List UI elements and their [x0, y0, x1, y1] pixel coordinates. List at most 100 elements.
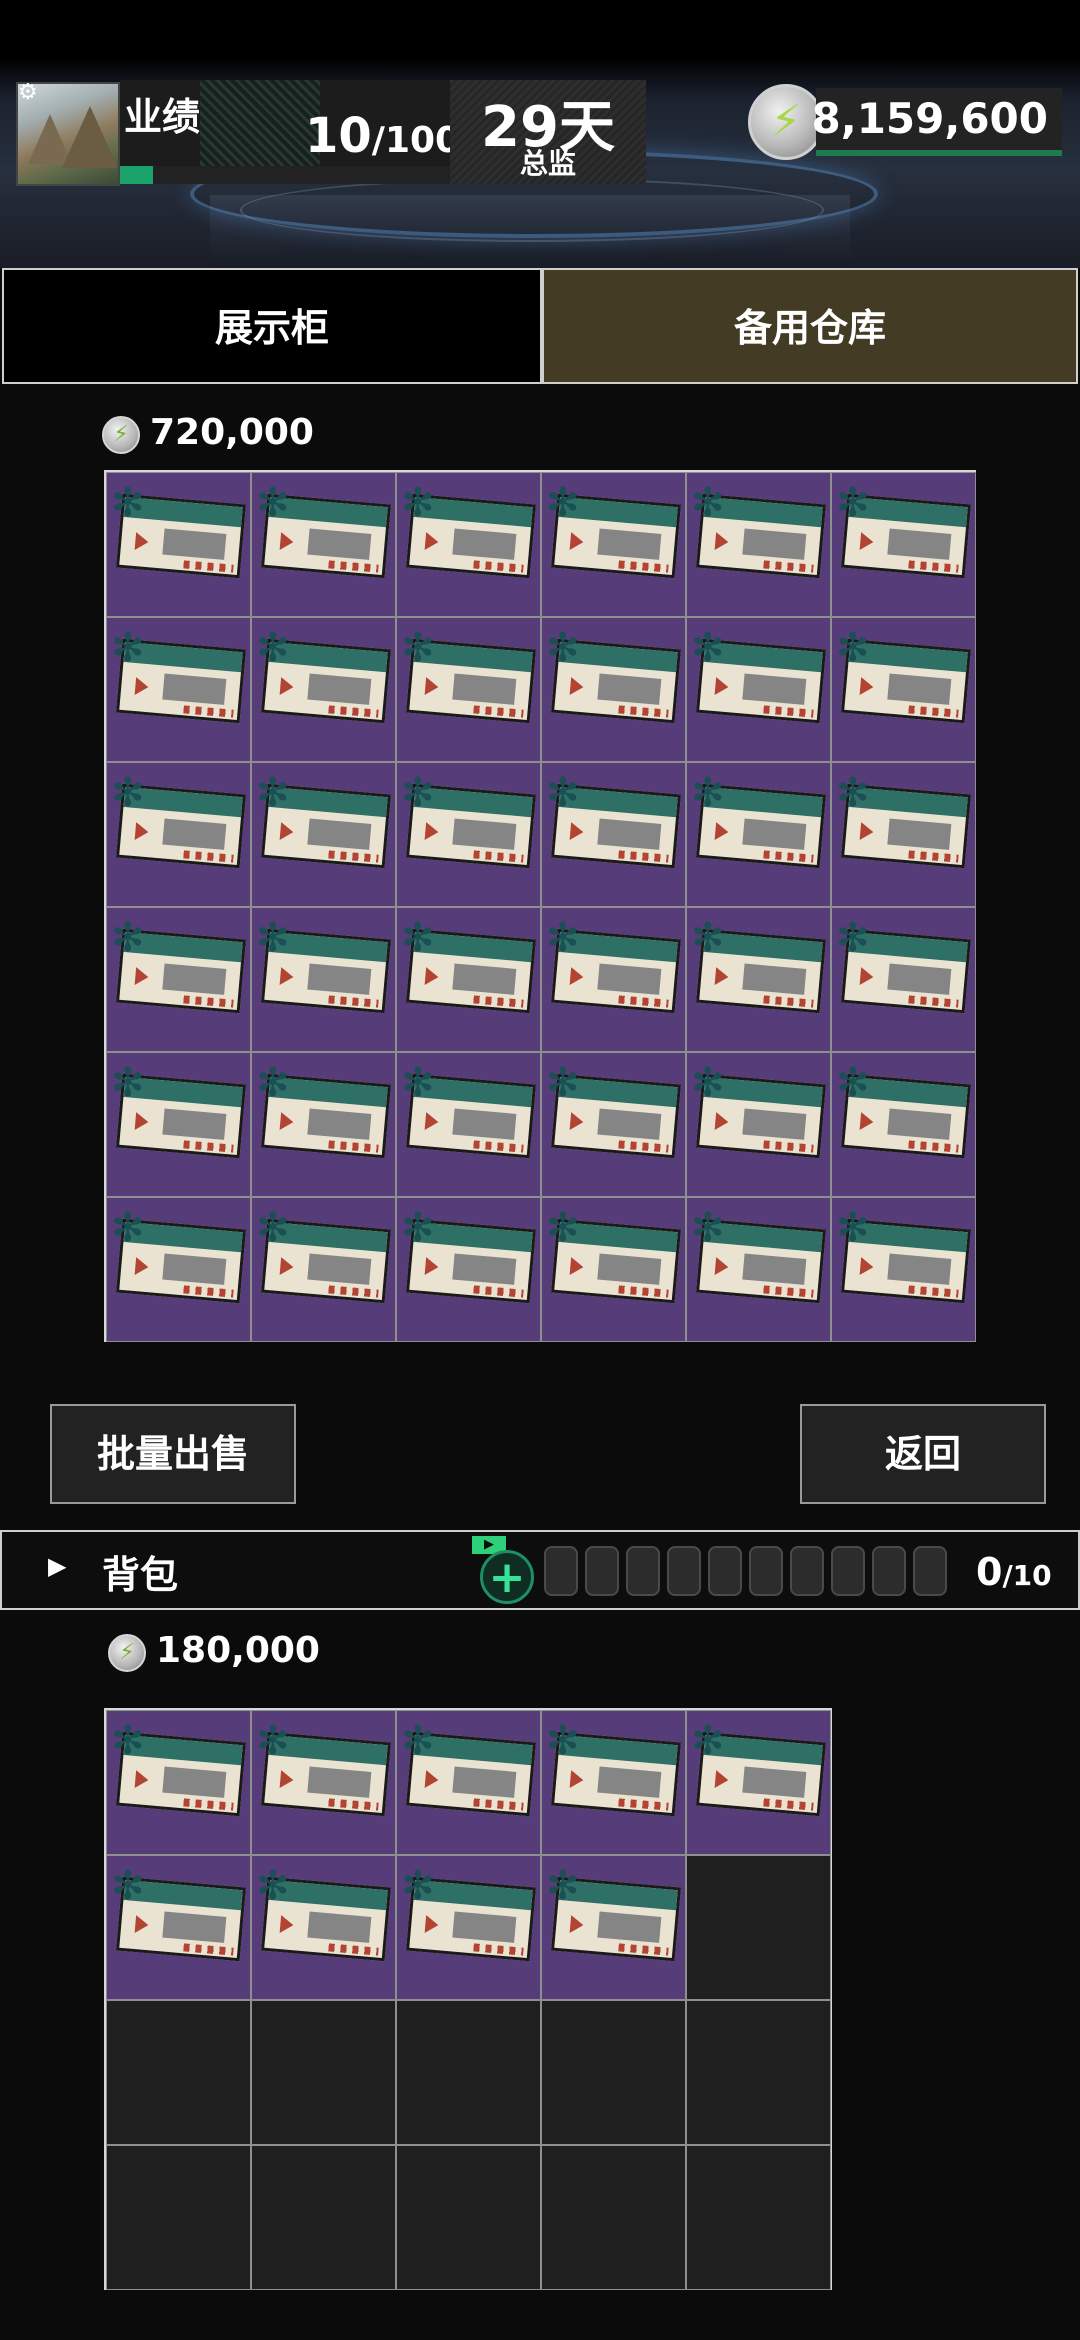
expand-arrow-icon[interactable]: ▶ [48, 1552, 66, 1580]
palm-icon: ✻ [546, 1205, 580, 1251]
item-cell[interactable]: ✻ [396, 907, 541, 1052]
item-cell[interactable]: ✻ [686, 1052, 831, 1197]
item-cell[interactable]: ✻ [831, 617, 976, 762]
item-cell[interactable]: ✻ [396, 762, 541, 907]
backpack-slot [708, 1546, 742, 1596]
palm-icon: ✻ [836, 1205, 870, 1251]
item-cell[interactable]: ✻ [106, 907, 251, 1052]
empty-cell[interactable] [686, 2145, 831, 2290]
item-cell[interactable]: ✻ [251, 617, 396, 762]
palm-icon: ✻ [836, 1060, 870, 1106]
item-cell[interactable]: ✻ [541, 1197, 686, 1342]
batch-sell-button[interactable]: 批量出售 [50, 1404, 296, 1504]
empty-cell[interactable] [251, 2000, 396, 2145]
empty-cell[interactable] [396, 2145, 541, 2290]
item-cell[interactable]: ✻ [106, 1855, 251, 2000]
item-cell[interactable]: ✻ [251, 1052, 396, 1197]
palm-icon: ✻ [401, 1060, 435, 1106]
gear-icon[interactable]: ⚙ [18, 82, 38, 104]
item-cell[interactable]: ✻ [541, 907, 686, 1052]
header-background-ring-inner [240, 178, 824, 242]
item-cell[interactable]: ✻ [541, 1855, 686, 2000]
empty-cell[interactable] [541, 2145, 686, 2290]
palm-icon: ✻ [401, 480, 435, 526]
empty-cell[interactable] [541, 2000, 686, 2145]
backpack-slot [667, 1546, 701, 1596]
palm-icon: ✻ [256, 1863, 290, 1909]
backpack-bar[interactable]: ▶ 背包 ▶ + 0/10 [0, 1530, 1080, 1610]
item-cell[interactable]: ✻ [251, 1197, 396, 1342]
palm-icon: ✻ [111, 480, 145, 526]
item-cell[interactable]: ✻ [396, 1197, 541, 1342]
palm-icon: ✻ [111, 915, 145, 961]
item-cell[interactable]: ✻ [251, 1855, 396, 2000]
add-slot-button[interactable]: + [480, 1550, 534, 1604]
palm-icon: ✻ [111, 1205, 145, 1251]
item-cell[interactable]: ✻ [831, 1052, 976, 1197]
back-button[interactable]: 返回 [800, 1404, 1046, 1504]
palm-icon: ✻ [691, 1060, 725, 1106]
item-cell[interactable]: ✻ [831, 472, 976, 617]
backpack-slot [585, 1546, 619, 1596]
item-cell[interactable]: ✻ [106, 1052, 251, 1197]
palm-icon: ✻ [691, 480, 725, 526]
palm-icon: ✻ [691, 1718, 725, 1764]
item-cell[interactable]: ✻ [541, 762, 686, 907]
item-cell[interactable]: ✻ [251, 907, 396, 1052]
storage-grid: ✻ ✻ ✻ ✻ ✻ ✻ ✻ ✻ ✻ ✻ ✻ ✻ ✻ ✻ ✻ ✻ ✻ ✻ ✻ ✻ ✻ ✻ ✻ ✻ ✻ ✻ ✻ ✻ ✻ ✻ ✻ ✻ ✻ ✻ ✻ ✻ [104, 470, 976, 1342]
item-cell[interactable]: ✻ [396, 1052, 541, 1197]
empty-cell[interactable] [686, 2000, 831, 2145]
performance-progress-fill [120, 166, 153, 184]
backpack-title: 背包 [102, 1553, 179, 1597]
item-cell[interactable]: ✻ [686, 1710, 831, 1855]
item-cell[interactable]: ✻ [541, 617, 686, 762]
lightning-coin-icon: ⚡ [102, 416, 140, 454]
empty-cell[interactable] [251, 2145, 396, 2290]
item-cell[interactable]: ✻ [541, 1052, 686, 1197]
palm-icon: ✻ [111, 1060, 145, 1106]
empty-cell[interactable] [106, 2000, 251, 2145]
item-cell[interactable]: ✻ [106, 617, 251, 762]
palm-icon: ✻ [256, 1205, 290, 1251]
palm-icon: ✻ [256, 1060, 290, 1106]
item-cell[interactable]: ✻ [396, 1710, 541, 1855]
empty-cell[interactable] [686, 1855, 831, 2000]
palm-icon: ✻ [111, 1718, 145, 1764]
item-cell[interactable]: ✻ [396, 617, 541, 762]
backpack-slot [749, 1546, 783, 1596]
palm-icon: ✻ [546, 915, 580, 961]
empty-cell[interactable] [106, 2145, 251, 2290]
item-cell[interactable]: ✻ [831, 762, 976, 907]
item-cell[interactable]: ✻ [686, 617, 831, 762]
item-cell[interactable]: ✻ [106, 1197, 251, 1342]
item-cell[interactable]: ✻ [541, 1710, 686, 1855]
palm-icon: ✻ [546, 1060, 580, 1106]
backpack-count: 0/10 [976, 1550, 1052, 1594]
item-cell[interactable]: ✻ [686, 762, 831, 907]
tab-storage[interactable]: 备用仓库 [542, 268, 1078, 384]
palm-icon: ✻ [111, 625, 145, 671]
item-cell[interactable]: ✻ [251, 762, 396, 907]
item-cell[interactable]: ✻ [106, 762, 251, 907]
item-cell[interactable]: ✻ [831, 1197, 976, 1342]
item-cell[interactable]: ✻ [396, 472, 541, 617]
item-cell[interactable]: ✻ [251, 472, 396, 617]
backpack-slot [626, 1546, 660, 1596]
item-cell[interactable]: ✻ [396, 1855, 541, 2000]
item-cell[interactable]: ✻ [106, 472, 251, 617]
item-cell[interactable]: ✻ [686, 472, 831, 617]
tab-showcase[interactable]: 展示柜 [2, 268, 542, 384]
palm-icon: ✻ [546, 1718, 580, 1764]
item-cell[interactable]: ✻ [686, 907, 831, 1052]
empty-cell[interactable] [396, 2000, 541, 2145]
item-cell[interactable]: ✻ [251, 1710, 396, 1855]
item-cell[interactable]: ✻ [106, 1710, 251, 1855]
tab-bar: 展示柜 备用仓库 [2, 268, 1078, 388]
backpack-slot [872, 1546, 906, 1596]
item-cell[interactable]: ✻ [541, 472, 686, 617]
palm-icon: ✻ [546, 480, 580, 526]
palm-icon: ✻ [401, 1205, 435, 1251]
item-cell[interactable]: ✻ [686, 1197, 831, 1342]
performance-label: 业绩 [124, 95, 201, 139]
item-cell[interactable]: ✻ [831, 907, 976, 1052]
